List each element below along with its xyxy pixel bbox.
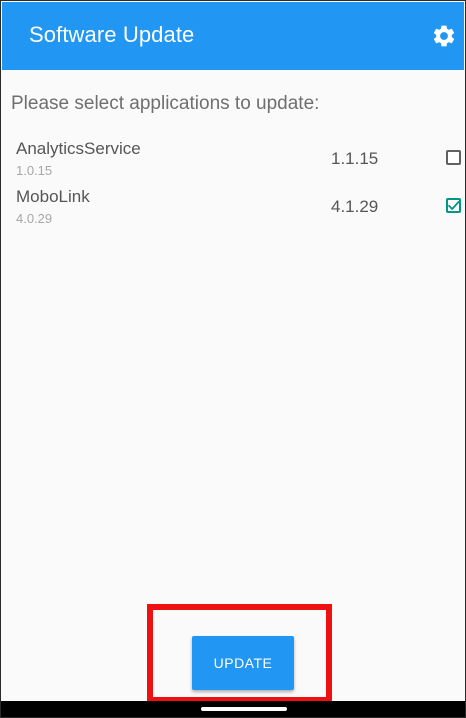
navigation-bar: [1, 701, 465, 717]
update-checkbox[interactable]: [446, 150, 461, 165]
current-version: 1.0.15: [16, 163, 53, 178]
instruction-text: Please select applications to update:: [11, 93, 320, 114]
app-name: AnalyticsService: [16, 139, 141, 158]
app-name: MoboLink: [16, 187, 90, 206]
app-row-mobolink[interactable]: MoboLink 4.0.29 4.1.29: [1, 187, 465, 235]
new-version: 1.1.15: [331, 149, 379, 168]
home-handle[interactable]: [201, 707, 287, 711]
update-button[interactable]: UPDATE: [192, 636, 294, 690]
checkmark-icon: [448, 201, 460, 210]
current-version: 4.0.29: [16, 211, 53, 226]
app-row-analytics-service[interactable]: AnalyticsService 1.0.15 1.1.15: [1, 139, 465, 187]
app-screen: Software Update Please select applicatio…: [0, 0, 466, 718]
gear-icon[interactable]: [431, 23, 457, 49]
new-version: 4.1.29: [331, 197, 379, 216]
update-checkbox[interactable]: [446, 198, 461, 213]
app-title: Software Update: [29, 22, 195, 47]
app-bar: Software Update: [2, 2, 464, 70]
